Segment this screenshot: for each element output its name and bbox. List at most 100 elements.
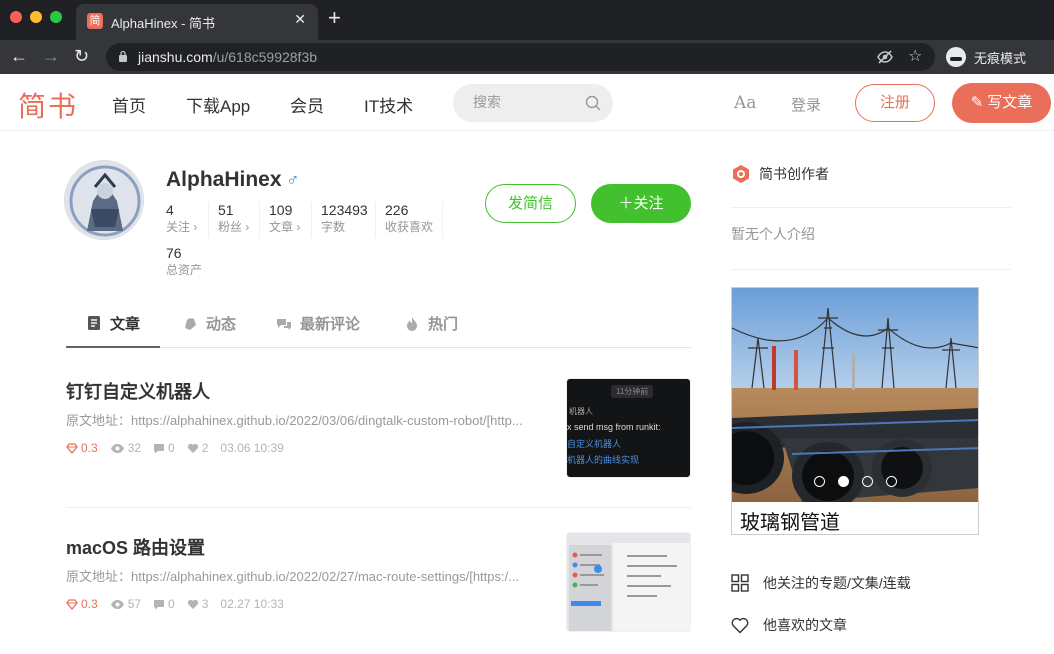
tab-latest-comments[interactable]: 最新评论	[276, 300, 360, 347]
jianshu-favicon-icon: 简	[87, 13, 103, 29]
incognito-icon	[946, 47, 966, 67]
ad-banner[interactable]: 玻璃钢管道	[731, 287, 979, 535]
search-icon[interactable]	[585, 95, 601, 111]
write-article-label: 写文章	[987, 94, 1033, 111]
male-gender-icon: ♂	[286, 170, 300, 190]
thumb-line3: 机器人的曲线实现	[567, 455, 640, 465]
lock-icon	[119, 50, 127, 62]
browser-toolbar: ← → ↻ jianshu.com/u/618c59928f3b ☆ 无痕模式	[0, 40, 1054, 74]
article-abstract: 原文地址：https://alphahinex.github.io/2022/0…	[66, 413, 523, 428]
comment-count-value: 0	[168, 441, 175, 455]
article-thumbnail[interactable]: 11分钟前 机器人 x send msg from runkit: 自定义机器人…	[566, 378, 691, 478]
eye-off-icon[interactable]	[876, 48, 894, 66]
activity-bell-icon	[185, 317, 196, 330]
like-count-value: 2	[201, 441, 209, 455]
comment-count[interactable]: 0	[153, 441, 175, 455]
comment-count-value: 0	[168, 597, 175, 611]
search-input[interactable]	[473, 94, 573, 110]
login-link[interactable]: 登录	[791, 94, 821, 115]
stat-following[interactable]: 4 关注 ›	[166, 202, 197, 238]
diamond-reward: 0.3	[66, 597, 98, 611]
thumb-time: 11分钟前	[611, 385, 654, 398]
article-title[interactable]: macOS 路由设置	[66, 534, 205, 560]
url-text: jianshu.com/u/618c59928f3b	[138, 49, 318, 65]
stat-assets-label: 总资产	[166, 263, 203, 277]
stat-words-label: 字数	[321, 220, 346, 234]
send-message-button[interactable]: 发简信	[485, 184, 576, 223]
stat-followers[interactable]: 51 粉丝 ›	[208, 202, 249, 238]
tab-hot[interactable]: 热门	[404, 300, 458, 347]
diamond-value: 0.3	[81, 441, 98, 455]
nav-membership[interactable]: 会员	[290, 92, 324, 117]
tab-activity-label: 动态	[206, 316, 237, 333]
comment-icon	[154, 443, 165, 453]
liked-articles-link[interactable]: 他喜欢的文章	[731, 615, 847, 635]
minimize-window-button[interactable]	[30, 11, 42, 23]
view-count-value: 57	[127, 597, 142, 611]
view-count: 32	[110, 441, 141, 455]
carousel-dot[interactable]	[814, 476, 825, 487]
diamond-reward: 0.3	[66, 441, 98, 455]
banner-caption[interactable]: 玻璃钢管道	[740, 506, 840, 534]
carousel-dot[interactable]	[886, 476, 897, 487]
tab-articles[interactable]: 文章	[66, 300, 161, 348]
sidebar-divider	[731, 207, 1011, 208]
signup-button[interactable]: 注册	[855, 84, 935, 122]
sidebar-divider	[731, 269, 1011, 270]
article-thumbnail[interactable]	[566, 532, 691, 632]
stat-articles[interactable]: 109 文章 ›	[259, 202, 300, 238]
incognito-label: 无痕模式	[974, 50, 1027, 66]
stat-assets: 76 总资产	[166, 245, 202, 281]
maximize-window-button[interactable]	[50, 11, 62, 23]
forward-arrow-icon[interactable]: →	[42, 46, 60, 66]
close-window-button[interactable]	[10, 11, 22, 23]
article-meta: 0.3 32 0 2 03.06 10:39	[66, 441, 296, 455]
comment-icon	[154, 599, 165, 609]
carousel-dot[interactable]	[862, 476, 873, 487]
thumb-robot: 机器人	[569, 407, 593, 416]
avatar-image	[65, 161, 143, 239]
stat-articles-label: 文章 ›	[269, 220, 301, 234]
stat-articles-count: 109	[269, 202, 293, 218]
followed-collections-label: 他关注的专题/文集/连载	[763, 575, 911, 591]
nav-home[interactable]: 首页	[112, 92, 146, 117]
jianshu-logo[interactable]: 简书	[18, 85, 78, 125]
stat-followers-count: 51	[218, 202, 234, 218]
incognito-indicator[interactable]: 无痕模式	[946, 44, 1036, 70]
diamond-value: 0.3	[81, 597, 98, 611]
creator-badge[interactable]: 简书创作者	[731, 164, 829, 184]
view-count-value: 32	[127, 441, 142, 455]
write-article-button[interactable]: ✎ 写文章	[952, 83, 1051, 123]
diamond-icon	[66, 598, 78, 610]
followed-collections-link[interactable]: 他关注的专题/文集/连载	[731, 573, 911, 593]
view-count: 57	[110, 597, 141, 611]
back-arrow-icon[interactable]: ←	[10, 46, 28, 66]
tab-activity[interactable]: 动态	[182, 300, 236, 347]
like-count-value: 3	[201, 597, 209, 611]
comments-icon	[277, 318, 291, 330]
username[interactable]: AlphaHinex	[166, 168, 282, 192]
close-tab-icon[interactable]: ✕	[294, 11, 306, 28]
nav-download-app[interactable]: 下载App	[186, 92, 250, 117]
stat-following-label: 关注 ›	[166, 220, 198, 234]
new-tab-icon[interactable]: +	[328, 7, 341, 29]
reload-icon[interactable]: ↻	[74, 46, 89, 66]
stat-following-count: 4	[166, 202, 174, 218]
search-box[interactable]	[453, 84, 613, 122]
bookmark-star-icon[interactable]: ☆	[908, 46, 922, 66]
stat-likes-label: 收获喜欢	[385, 220, 434, 234]
tab-latest-comments-label: 最新评论	[300, 316, 361, 333]
article-title[interactable]: 钉钉自定义机器人	[66, 378, 210, 404]
font-settings-button[interactable]: Aa	[734, 93, 756, 113]
carousel-dot-active[interactable]	[838, 476, 849, 487]
comment-count[interactable]: 0	[153, 597, 175, 611]
user-intro: 暂无个人介绍	[731, 226, 815, 242]
publish-time: 03.06 10:39	[220, 441, 284, 455]
heart-outline-icon	[731, 617, 749, 633]
nav-it-tech[interactable]: IT技术	[364, 92, 413, 117]
article-meta: 0.3 57 0 3 02.27 10:33	[66, 597, 296, 611]
follow-button[interactable]: ＋关注	[591, 184, 691, 223]
address-bar[interactable]: jianshu.com/u/618c59928f3b ☆	[106, 43, 935, 71]
browser-tab[interactable]: 简 AlphaHinex - 简书 ✕	[76, 4, 318, 40]
avatar[interactable]	[64, 160, 144, 240]
